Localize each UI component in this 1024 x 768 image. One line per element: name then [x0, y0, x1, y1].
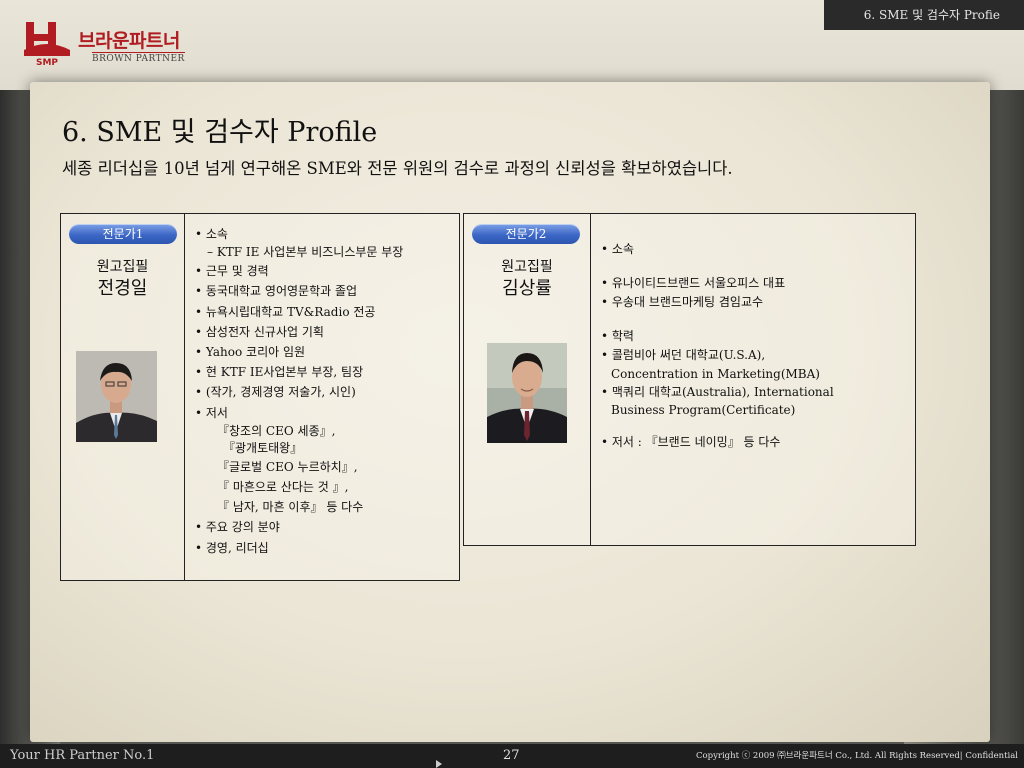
- list-item: • 삼성전자 신규사업 기획: [195, 324, 324, 339]
- section-label: 6. SME 및 검수자 Profie: [824, 0, 1024, 30]
- list-item: • 현 KTF IE사업본부 부장, 팀장: [195, 365, 364, 380]
- list-item: • 뉴욕시립대학교 TV&Radio 전공: [195, 304, 376, 319]
- list-item: • 콜럼비아 써던 대학교(U.S.A),: [601, 348, 766, 362]
- list-item: • (작가, 경제경영 저술가, 시인): [195, 385, 356, 400]
- list-item: • 경영, 리더십: [195, 540, 269, 555]
- list-item: 『광개토태왕』: [223, 440, 303, 455]
- expert-2-photo: [487, 343, 567, 443]
- list-item: Business Program(Certificate): [611, 403, 796, 417]
- list-item: • 유나이티드브랜드 서울오피스 대표: [601, 275, 786, 290]
- list-item: • 소속: [601, 242, 634, 256]
- expert-1-photo: [76, 351, 157, 442]
- logo-mark-icon: SMP: [24, 22, 70, 68]
- list-item: • Yahoo 코리아 임원: [195, 345, 306, 360]
- footer-bar: Your HR Partner No.1 27 Copyright ⓒ 2009…: [0, 744, 1024, 768]
- expert-2-details: • 소속 • 유나이티드브랜드 서울오피스 대표 • 우송대 브랜드마케팅 겸임…: [601, 240, 901, 453]
- expert-1-badge: 전문가1: [69, 224, 177, 244]
- list-item: – KTF IE 사업본부 비즈니스부문 부장: [207, 245, 404, 260]
- list-item: • 저서 : 『브랜드 네이밍』 등 다수: [601, 435, 781, 449]
- cursor-arrow-icon: [436, 760, 442, 768]
- page-subtitle: 세종 리더십을 10년 넘게 연구해온 SME와 전문 위원의 검수로 과정의 …: [62, 159, 733, 178]
- expert-1-details: • 소속 – KTF IE 사업본부 비즈니스부문 부장 • 근무 및 경력 •…: [195, 224, 445, 558]
- expert-2-badge: 전문가2: [472, 224, 580, 244]
- expert-1-profile-panel: 전문가1 원고집필 전경일: [61, 214, 185, 580]
- logo-korean: 브라운파트너: [78, 30, 180, 52]
- page-number: 27: [503, 748, 520, 763]
- expert-1-role: 원고집필: [96, 259, 149, 275]
- list-item: 『 남자, 마흔 이후』 등 다수: [217, 500, 364, 515]
- list-item: • 우송대 브랜드마케팅 겸임교수: [601, 295, 764, 309]
- expert-card-1: 전문가1 원고집필 전경일 • 소속 – KTF IE 사업본부 비즈니스부문 …: [60, 213, 460, 581]
- list-item: Concentration in Marketing(MBA): [611, 366, 820, 381]
- list-item: 『 마흔으로 산다는 것 』,: [217, 480, 349, 495]
- page-title: 6. SME 및 검수자 Profile: [62, 117, 378, 148]
- expert-card-2: 전문가2 원고집필 김상률 • 소속 • 유나이티드브랜드 서울오피스 대표 •…: [463, 213, 916, 546]
- list-item: • 저서: [195, 405, 228, 420]
- expert-2-role: 원고집필: [501, 259, 553, 275]
- svg-text:SMP: SMP: [36, 58, 58, 68]
- list-item: • 소속: [195, 227, 228, 241]
- list-item: • 근무 및 경력: [195, 264, 269, 279]
- list-item: 『글로벌 CEO 누르하치』,: [217, 459, 358, 474]
- list-item: • 맥쿼리 대학교(Australia), International: [601, 384, 834, 399]
- expert-1-name: 전경일: [97, 278, 148, 299]
- footer-tagline: Your HR Partner No.1: [10, 748, 155, 763]
- company-logo: SMP 브라운파트너 BROWN PARTNER: [22, 20, 202, 70]
- footer-copyright: Copyright ⓒ 2009 ㈜브라운파트너 Co., Ltd. All R…: [696, 751, 1018, 761]
- expert-2-profile-panel: 전문가2 원고집필 김상률: [464, 214, 591, 545]
- expert-2-name: 김상률: [502, 278, 552, 299]
- list-item: • 주요 강의 분야: [195, 520, 280, 535]
- list-item: • 동국대학교 영어영문학과 졸업: [195, 284, 358, 299]
- list-item: • 학력: [601, 328, 634, 343]
- logo-english: BROWN PARTNER: [92, 52, 185, 64]
- list-item: 『창조의 CEO 세종』,: [217, 423, 336, 438]
